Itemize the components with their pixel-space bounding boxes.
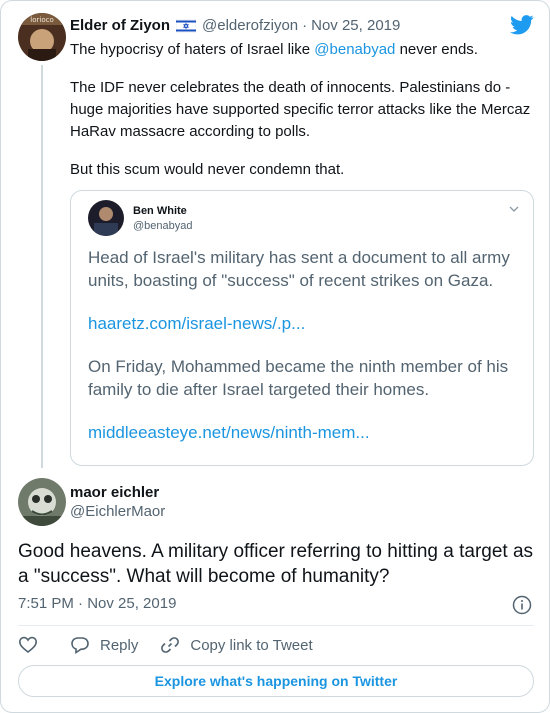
quoted-link-1[interactable]: haaretz.com/israel-news/.p... xyxy=(88,312,528,335)
heart-icon xyxy=(18,636,38,654)
reply-bubble-icon xyxy=(71,637,89,654)
parent-text-paragraph-1: The hypocrisy of haters of Israel like @… xyxy=(70,41,478,58)
quoted-text-1: Head of Israel's military has sent a doc… xyxy=(88,248,510,290)
parent-tweet-text: The hypocrisy of haters of Israel like @… xyxy=(70,39,540,197)
action-bar: Reply Copy link to Tweet xyxy=(18,634,335,656)
parent-text-paragraph-3: But this scum would never condemn that. xyxy=(70,161,345,178)
israel-flag-icon xyxy=(176,18,197,33)
parent-author-name[interactable]: Elder of Ziyon xyxy=(70,17,170,34)
avatar-text: lorioco xyxy=(30,16,53,24)
reply-tweet-text: Good heavens. A military officer referri… xyxy=(18,541,534,587)
reply-author-handle[interactable]: @EichlerMaor xyxy=(70,503,165,520)
chevron-down-icon[interactable] xyxy=(509,205,519,213)
quoted-tweet[interactable]: Ben White @benabyad Head of Israel's mil… xyxy=(70,190,534,466)
parent-avatar[interactable]: lorioco xyxy=(18,13,66,61)
quoted-text-2: On Friday, Mohammed became the ninth mem… xyxy=(88,357,509,399)
quoted-author-name: Ben White xyxy=(133,205,187,217)
thread-line xyxy=(41,65,43,468)
parent-author-handle[interactable]: @elderofziyon xyxy=(202,17,298,34)
quoted-tweet-text: Head of Israel's military has sent a doc… xyxy=(88,246,528,444)
reply-avatar[interactable] xyxy=(18,478,66,526)
mention-link[interactable]: @benabyad xyxy=(314,41,395,58)
header-separator: · xyxy=(302,17,308,34)
reply-button[interactable]: Reply xyxy=(70,635,138,655)
parent-text-paragraph-2: The IDF never celebrates the death of in… xyxy=(70,79,531,140)
copy-link-label: Copy link to Tweet xyxy=(190,636,313,654)
quoted-author-handle: @benabyad xyxy=(133,220,193,232)
quoted-avatar xyxy=(88,200,124,236)
divider xyxy=(18,625,534,626)
info-icon[interactable] xyxy=(512,595,532,615)
reply-author-name[interactable]: maor eichler xyxy=(70,484,159,501)
link-icon xyxy=(161,637,180,653)
tweet-embed-card: lorioco Elder of Ziyon @elderofziyon · N… xyxy=(0,0,550,713)
parent-date[interactable]: Nov 25, 2019 xyxy=(311,17,400,34)
explore-twitter-button[interactable]: Explore what's happening on Twitter xyxy=(18,665,534,697)
copy-link-button[interactable]: Copy link to Tweet xyxy=(160,635,313,655)
parent-header: Elder of Ziyon @elderofziyon · Nov 25, 2… xyxy=(70,17,400,34)
quoted-link-2[interactable]: middleeasteye.net/news/ninth-mem... xyxy=(88,421,528,444)
reply-timestamp[interactable]: 7:51 PM · Nov 25, 2019 xyxy=(18,595,176,612)
like-button[interactable] xyxy=(18,635,48,655)
reply-label: Reply xyxy=(100,636,139,654)
twitter-bird-icon[interactable] xyxy=(510,15,534,35)
